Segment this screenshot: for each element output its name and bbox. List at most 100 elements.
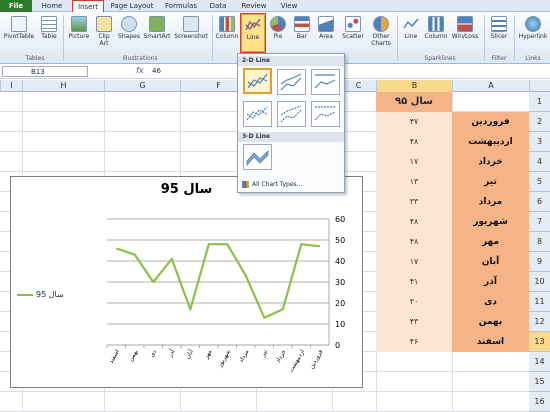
column-chart-icon bbox=[219, 16, 235, 32]
row-header-10[interactable]: 10 bbox=[529, 272, 550, 292]
month-cell[interactable]: بهمن bbox=[452, 312, 529, 332]
row-header-7[interactable]: 7 bbox=[529, 212, 550, 232]
tab-review[interactable]: Review bbox=[238, 0, 270, 12]
fx-icon[interactable]: fx bbox=[136, 66, 144, 75]
group-label-sparklines: Sparklines bbox=[424, 55, 456, 62]
month-cell[interactable]: فروردین bbox=[452, 112, 529, 132]
row-header-13[interactable]: 13 bbox=[529, 332, 550, 352]
row-header-6[interactable]: 6 bbox=[529, 192, 550, 212]
cell-B1-header[interactable]: سال ۹۵ bbox=[376, 92, 452, 112]
picture-button[interactable]: Picture bbox=[66, 16, 92, 40]
column-header-C[interactable]: C bbox=[340, 80, 376, 92]
column-header-B[interactable]: B bbox=[376, 80, 452, 92]
line-chart-option[interactable] bbox=[243, 68, 272, 94]
row-header-9[interactable]: 9 bbox=[529, 252, 550, 272]
x-tick-label: آبان bbox=[182, 347, 195, 360]
grid-line bbox=[0, 391, 550, 392]
pivottable-button[interactable]: PivotTable bbox=[2, 16, 36, 40]
tab-formulas[interactable]: Formulas bbox=[162, 0, 200, 12]
sparkline-winloss-button[interactable]: Win/Loss bbox=[450, 16, 480, 40]
all-chart-types-link[interactable]: All Chart Types... bbox=[242, 181, 302, 188]
month-cell[interactable]: آبان bbox=[452, 252, 529, 272]
tab-file[interactable]: File bbox=[0, 0, 32, 12]
column-header-I[interactable]: I bbox=[0, 80, 22, 92]
row-header-12[interactable]: 12 bbox=[529, 312, 550, 332]
section-2d-line: 2-D Line bbox=[238, 56, 344, 66]
scatter-chart-icon bbox=[345, 16, 361, 32]
value-cell[interactable]: ۴۶ bbox=[376, 332, 452, 352]
stacked-line-option[interactable] bbox=[277, 69, 306, 95]
100-stacked-line-option[interactable] bbox=[311, 69, 340, 95]
row-header-4[interactable]: 4 bbox=[529, 152, 550, 172]
row-header-3[interactable]: 3 bbox=[529, 132, 550, 152]
table-button[interactable]: Table bbox=[38, 16, 60, 40]
line-chart[interactable]: سال 95 سال 95 0 10 20 30 40 50 60 اسفند بهمن دی آذ… bbox=[10, 176, 363, 388]
value-cell[interactable]: ۴۸ bbox=[376, 212, 452, 232]
column-chart-button[interactable]: Column bbox=[214, 16, 240, 40]
value-cell[interactable]: ۳۳ bbox=[376, 192, 452, 212]
row-header-1[interactable]: 1 bbox=[529, 92, 550, 112]
column-header-G[interactable]: G bbox=[104, 80, 180, 92]
clipart-icon bbox=[96, 16, 112, 32]
month-cell[interactable]: دی bbox=[452, 292, 529, 312]
tab-data[interactable]: Data bbox=[206, 0, 230, 12]
value-cell[interactable]: ۴۳ bbox=[376, 312, 452, 332]
value-cell[interactable]: ۳۰ bbox=[376, 292, 452, 312]
month-cell[interactable]: اسفند bbox=[452, 332, 529, 352]
smartart-button[interactable]: SmartArt bbox=[143, 16, 171, 40]
month-cell[interactable]: آذر bbox=[452, 272, 529, 292]
row-header-14[interactable]: 14 bbox=[529, 352, 550, 372]
y-tick-label: 10 bbox=[335, 320, 345, 329]
row-header-16[interactable]: 16 bbox=[529, 392, 550, 412]
month-cell[interactable]: خرداد bbox=[452, 152, 529, 172]
value-cell[interactable]: ۴۷ bbox=[376, 112, 452, 132]
shapes-button[interactable]: Shapes bbox=[116, 16, 142, 40]
column-header-A[interactable]: A bbox=[452, 80, 529, 92]
select-all-corner[interactable] bbox=[529, 80, 550, 92]
chart-plot-area: 0 10 20 30 40 50 60 اسفند بهمن دی آذر آبان مهر شهریور… bbox=[106, 215, 345, 373]
month-cell[interactable]: شهریور bbox=[452, 212, 529, 232]
pie-chart-button[interactable]: Pie bbox=[267, 16, 289, 40]
x-tick-label: آذر bbox=[165, 347, 177, 359]
scatter-chart-button[interactable]: Scatter bbox=[339, 16, 367, 40]
3d-line-option[interactable] bbox=[243, 144, 272, 170]
row-header-11[interactable]: 11 bbox=[529, 292, 550, 312]
line-markers-option[interactable] bbox=[243, 101, 272, 127]
picture-icon bbox=[71, 16, 87, 32]
line-chart-button[interactable]: Line bbox=[240, 13, 266, 53]
value-cell[interactable]: ۴۱ bbox=[376, 272, 452, 292]
area-chart-button[interactable]: Area bbox=[315, 16, 337, 40]
sparkline-line-button[interactable]: Line bbox=[400, 16, 422, 40]
other-charts-button[interactable]: Other Charts bbox=[368, 16, 394, 47]
line-button-highlight bbox=[240, 13, 266, 53]
month-cell[interactable]: مهر bbox=[452, 232, 529, 252]
tab-view[interactable]: View bbox=[276, 0, 302, 12]
group-label-tables: Tables bbox=[25, 55, 45, 62]
month-cell[interactable]: تیر bbox=[452, 172, 529, 192]
formula-input[interactable]: 46 bbox=[152, 66, 161, 77]
percent-markers-thumb-icon bbox=[314, 106, 336, 121]
value-cell[interactable]: ۴۸ bbox=[376, 232, 452, 252]
clipart-button[interactable]: Clip Art bbox=[94, 16, 114, 47]
screenshot-button[interactable]: Screenshot bbox=[172, 16, 210, 40]
value-cell[interactable]: ۱۷ bbox=[376, 152, 452, 172]
stacked-line-markers-option[interactable] bbox=[277, 101, 306, 127]
month-cell[interactable]: مرداد bbox=[452, 192, 529, 212]
slicer-button[interactable]: Slicer bbox=[487, 16, 511, 40]
month-cell[interactable]: اردیبهشت bbox=[452, 132, 529, 152]
name-box[interactable]: B13 bbox=[2, 66, 88, 77]
hyperlink-button[interactable]: Hyperlink bbox=[516, 16, 550, 40]
value-cell[interactable]: ۱۷ bbox=[376, 252, 452, 272]
value-cell[interactable]: ۴۸ bbox=[376, 132, 452, 152]
row-header-8[interactable]: 8 bbox=[529, 232, 550, 252]
value-cell[interactable]: ۱۳ bbox=[376, 172, 452, 192]
column-header-H[interactable]: H bbox=[22, 80, 104, 92]
tab-page-layout[interactable]: Page Layout bbox=[108, 0, 156, 12]
100-stacked-markers-option[interactable] bbox=[311, 101, 340, 127]
row-header-5[interactable]: 5 bbox=[529, 172, 550, 192]
sparkline-column-button[interactable]: Column bbox=[423, 16, 449, 40]
tab-home[interactable]: Home bbox=[36, 0, 68, 12]
row-header-2[interactable]: 2 bbox=[529, 112, 550, 132]
row-header-15[interactable]: 15 bbox=[529, 372, 550, 392]
bar-chart-button[interactable]: Bar bbox=[291, 16, 313, 40]
